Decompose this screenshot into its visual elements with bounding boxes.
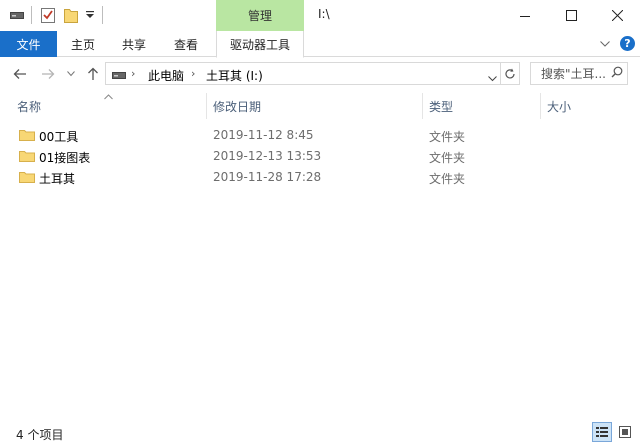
window-title: I:\	[318, 7, 330, 21]
table-row[interactable]: 01接图表 2019-12-13 13:53 文件夹	[0, 146, 640, 166]
customize-quick-access-icon[interactable]	[84, 7, 96, 23]
table-row[interactable]: 00工具 2019-11-12 8:45 文件夹	[0, 125, 640, 145]
drive-icon	[112, 69, 126, 83]
large-icons-view-button[interactable]	[615, 422, 635, 442]
help-icon[interactable]: ?	[620, 36, 635, 51]
file-type: 文件夹	[429, 172, 466, 186]
refresh-icon	[505, 68, 515, 78]
chevron-right-icon: ›	[191, 67, 196, 80]
manage-label: 管理	[247, 9, 272, 23]
tab-home[interactable]: 主页	[61, 31, 105, 57]
file-name[interactable]: 00工具	[39, 128, 78, 145]
forward-button[interactable]	[38, 64, 58, 84]
folder-icon	[19, 172, 35, 183]
search-box[interactable]: 搜索"土耳...	[530, 62, 628, 85]
tab-drive-tools[interactable]: 驱动器工具	[216, 31, 304, 58]
details-view-button[interactable]	[592, 422, 612, 442]
file-name[interactable]: 土耳其	[39, 170, 75, 187]
chevron-right-icon: ›	[131, 67, 136, 80]
tab-file[interactable]: 文件	[0, 31, 57, 57]
properties-icon[interactable]	[39, 7, 57, 23]
file-type: 文件夹	[429, 130, 466, 144]
minimize-button[interactable]	[502, 0, 548, 31]
address-bar[interactable]: › 此电脑 › 土耳其 (I:)	[105, 62, 501, 85]
up-button[interactable]	[84, 64, 102, 84]
address-dropdown-icon[interactable]	[488, 71, 497, 85]
file-date: 2019-11-12 8:45	[213, 128, 314, 142]
file-type: 文件夹	[429, 151, 466, 165]
drive-icon	[8, 7, 26, 23]
file-date: 2019-11-28 17:28	[213, 170, 322, 184]
folder-icon	[19, 151, 35, 162]
search-icon	[611, 66, 623, 81]
expand-ribbon-icon[interactable]	[598, 38, 612, 50]
tab-share[interactable]: 共享	[112, 31, 156, 57]
refresh-button[interactable]	[501, 62, 520, 85]
column-header-name[interactable]: 名称	[17, 95, 197, 117]
column-header-size[interactable]: 大小	[547, 95, 627, 117]
folder-icon	[19, 130, 35, 141]
breadcrumb-drive[interactable]: 土耳其 (I:)	[206, 67, 263, 84]
breadcrumb-this-pc[interactable]: 此电脑	[148, 67, 184, 84]
search-input[interactable]: 搜索"土耳...	[541, 65, 606, 82]
close-button[interactable]	[594, 0, 640, 31]
recent-locations-icon[interactable]	[64, 64, 78, 84]
large-icons-view-icon	[619, 426, 631, 438]
new-folder-icon[interactable]	[62, 7, 80, 23]
column-header-type[interactable]: 类型	[429, 95, 529, 117]
file-date: 2019-12-13 13:53	[213, 149, 322, 163]
back-button[interactable]	[10, 64, 30, 84]
maximize-button[interactable]	[548, 0, 594, 31]
table-row[interactable]: 土耳其 2019-11-28 17:28 文件夹	[0, 167, 640, 187]
status-item-count: 4 个项目	[16, 428, 64, 442]
file-name[interactable]: 01接图表	[39, 149, 90, 166]
column-header-date[interactable]: 修改日期	[213, 95, 413, 117]
details-view-icon	[596, 427, 608, 437]
manage-context-tab: 管理	[216, 0, 304, 31]
tab-view[interactable]: 查看	[164, 31, 208, 57]
